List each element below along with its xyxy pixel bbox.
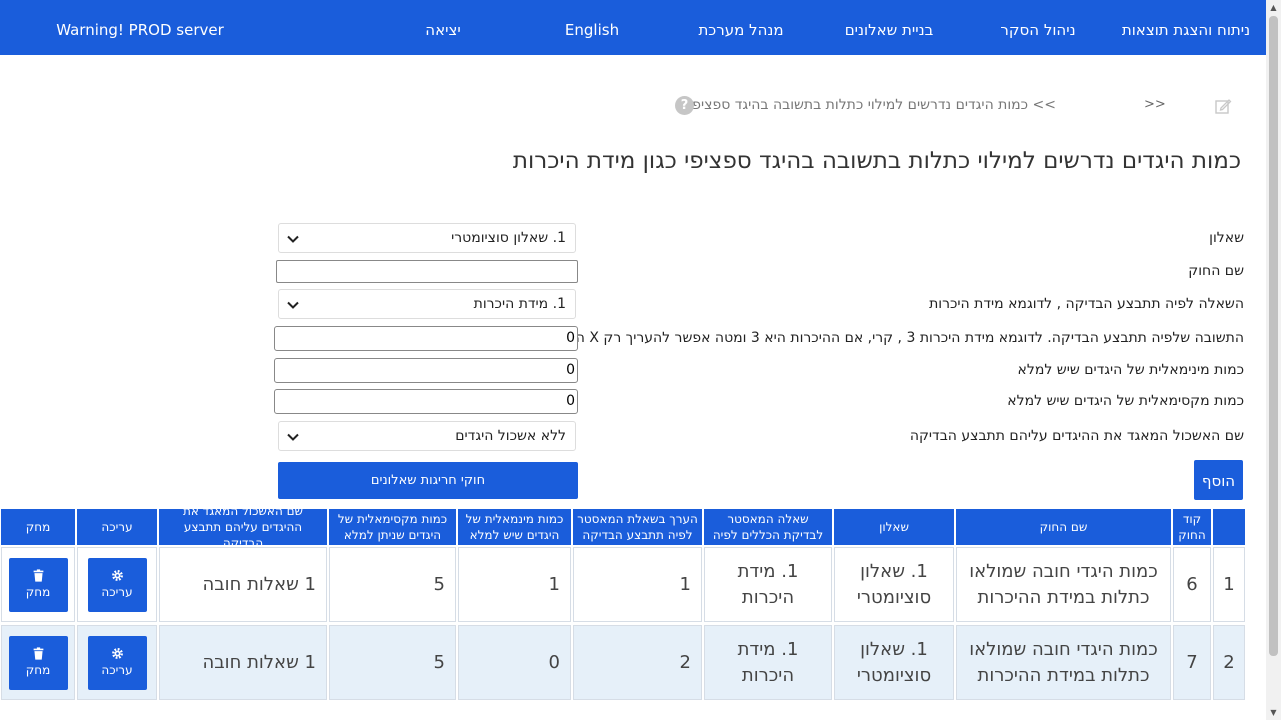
cell-delete: מחק <box>1 625 75 700</box>
header-group: שם האשכול המאגד את ההיגדים עליהם תתבצע ה… <box>159 504 327 550</box>
delete-button-label: מחק <box>25 663 51 677</box>
header-delete: מחק <box>1 509 75 545</box>
cell-max: 5 <box>329 547 456 622</box>
cell-min: 1 <box>458 547 571 622</box>
header-index <box>1213 509 1245 545</box>
cell-rule-name: כמות היגדי חובה שמולאו כתלות במידת ההיכר… <box>956 547 1171 622</box>
cell-index: 1 <box>1213 547 1245 622</box>
cell-group: 1 שאלות חובה <box>159 547 327 622</box>
cell-rule-code: 7 <box>1173 625 1211 700</box>
cell-questionnaire: 1. שאלון סוציומטרי <box>834 625 954 700</box>
scroll-thumb[interactable] <box>1269 16 1278 656</box>
delete-button[interactable]: מחק <box>8 635 68 690</box>
chevron-down-icon <box>287 433 299 441</box>
header-min: כמות מינמאלית של היגדים שיש למלא <box>458 509 571 545</box>
delete-button[interactable]: מחק <box>8 557 68 612</box>
cell-edit: עריכה <box>77 625 157 700</box>
scroll-down-arrow-icon[interactable]: ▼ <box>1266 705 1281 720</box>
header-rule-name: שם החוק <box>956 509 1171 545</box>
cell-rule-code: 6 <box>1173 547 1211 622</box>
min-label: כמות מינימאלית של היגדים שיש למלא <box>1017 362 1244 378</box>
header-questionnaire: שאלון <box>834 509 954 545</box>
trash-icon <box>33 569 43 582</box>
question-select-value: 1. מידת היכרות <box>473 296 566 312</box>
questionnaire-select[interactable]: 1. שאלון סוציומטרי <box>278 223 576 253</box>
answer-label: התשובה שלפיה תתבצע הבדיקה. לדוגמא מידת ה… <box>542 330 1244 346</box>
edit-button-label: עריכה <box>101 663 133 677</box>
answer-input[interactable]: 0 <box>274 326 578 351</box>
header-master-question: שאלה המאסטר לבדיקת הכללים לפיה <box>704 509 832 545</box>
group-select[interactable]: ללא אשכול היגדים <box>278 421 576 451</box>
cell-master-value: 1 <box>573 547 702 622</box>
cell-master-value: 2 <box>573 625 702 700</box>
exceptions-rules-button[interactable]: חוקי חריגות שאלונים <box>278 462 578 499</box>
group-label: שם האשכול המאגד את ההיגדים עליהם תתבצע ה… <box>909 428 1244 444</box>
edit-page-icon[interactable] <box>1214 97 1232 115</box>
trash-icon <box>33 647 43 660</box>
cell-group: 1 שאלות חובה <box>159 625 327 700</box>
nav-item-system-admin[interactable]: מנהל מערכת <box>698 0 783 55</box>
max-input-value: 0 <box>566 393 575 409</box>
max-input[interactable]: 0 <box>274 389 578 414</box>
min-input-value: 0 <box>566 362 575 378</box>
chevron-down-icon <box>287 301 299 309</box>
cell-master-question: 1. מידת היכרות <box>704 547 832 622</box>
gear-icon <box>111 648 123 659</box>
header-max: כמות מקסימאלית של היגדים שניתן למלא <box>329 509 456 545</box>
scroll-up-arrow-icon[interactable]: ▲ <box>1266 0 1281 15</box>
nav-item-survey-management[interactable]: ניהול הסקר <box>1000 0 1075 55</box>
answer-input-value: 0 <box>566 330 575 346</box>
question-label: השאלה לפיה תתבצע הבדיקה , לדוגמא מידת הי… <box>929 296 1244 312</box>
edit-button[interactable]: עריכה <box>87 557 147 612</box>
help-icon[interactable]: ? <box>675 96 694 115</box>
rule-name-input[interactable] <box>276 260 578 283</box>
add-button[interactable]: הוסף <box>1194 460 1243 500</box>
gear-icon <box>111 570 123 581</box>
cell-min: 0 <box>458 625 571 700</box>
cell-master-question: 1. מידת היכרות <box>704 625 832 700</box>
page-scrollbar[interactable]: ▲ ▼ <box>1266 0 1281 720</box>
max-label: כמות מקסימאלית של היגדים שיש למלא <box>1007 393 1244 409</box>
header-edit: עריכה <box>77 509 157 545</box>
chevron-down-icon <box>287 235 299 243</box>
question-select[interactable]: 1. מידת היכרות <box>278 289 576 319</box>
top-navbar: ניתוח והצגת תוצאות ניהול הסקר בניית שאלו… <box>0 0 1266 55</box>
min-input[interactable]: 0 <box>274 358 578 383</box>
cell-max: 5 <box>329 625 456 700</box>
cell-questionnaire: 1. שאלון סוציומטרי <box>834 547 954 622</box>
questionnaire-select-value: 1. שאלון סוציומטרי <box>451 230 566 246</box>
header-rule-code: קוד החוק <box>1173 509 1211 545</box>
page-title: כמות היגדים נדרשים למילוי כתלות בתשובה ב… <box>512 148 1241 174</box>
edit-button[interactable]: עריכה <box>87 635 147 690</box>
header-master-value: הערך בשאלת המאסטר לפיה תתבצע הבדיקה <box>573 509 702 545</box>
delete-button-label: מחק <box>25 585 51 599</box>
nav-item-english[interactable]: English <box>565 0 619 55</box>
breadcrumb-separator[interactable]: >> <box>1144 97 1166 112</box>
breadcrumb-current: >> כמות היגדים נדרשים למילוי כתלות בתשוב… <box>689 97 1056 113</box>
rule-name-label: שם החוק <box>1188 263 1244 279</box>
questionnaire-label: שאלון <box>1209 230 1244 246</box>
nav-item-analysis[interactable]: ניתוח והצגת תוצאות <box>1122 0 1250 55</box>
cell-index: 2 <box>1213 625 1245 700</box>
server-warning: Warning! PROD server <box>56 21 224 39</box>
group-select-value: ללא אשכול היגדים <box>455 428 566 444</box>
cell-delete: מחק <box>1 547 75 622</box>
edit-button-label: עריכה <box>101 585 133 599</box>
nav-item-questionnaire-builder[interactable]: בניית שאלונים <box>845 0 934 55</box>
cell-edit: עריכה <box>77 547 157 622</box>
cell-rule-name: כמות היגדי חובה שמולאו כתלות במידת ההיכר… <box>956 625 1171 700</box>
nav-item-logout[interactable]: יציאה <box>425 0 460 55</box>
